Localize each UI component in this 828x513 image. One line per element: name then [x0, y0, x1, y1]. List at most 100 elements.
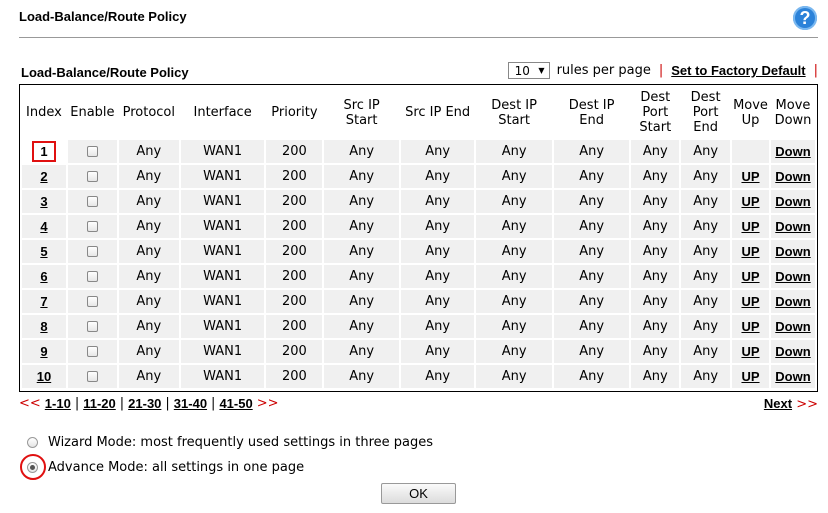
separator: |	[165, 396, 170, 411]
move-down-link[interactable]: Down	[770, 190, 815, 213]
index-link[interactable]: 9	[22, 340, 66, 363]
move-down-link[interactable]: Down	[770, 365, 815, 388]
prev-arrow[interactable]: <<	[19, 396, 41, 411]
enable-cell	[67, 140, 117, 163]
src-ip-end-cell: Any	[400, 265, 475, 288]
page-range-link[interactable]: 41-50	[219, 396, 252, 411]
src-ip-end-cell: Any	[400, 315, 475, 338]
table-row: 9 Any WAN1 200 Any Any Any Any Any Any U…	[22, 340, 815, 363]
interface-cell: WAN1	[180, 140, 265, 163]
dest-port-end-cell: Any	[681, 240, 731, 263]
table-header-bar: Load-Balance/Route Policy 10 ▼ rules per…	[19, 60, 818, 82]
dest-ip-end-cell: Any	[553, 190, 630, 213]
dest-ip-start-cell: Any	[476, 365, 552, 388]
move-up-link[interactable]: UP	[732, 290, 769, 313]
enable-checkbox[interactable]	[86, 146, 98, 157]
help-icon[interactable]: ?	[793, 6, 817, 30]
dest-ip-start-cell: Any	[476, 240, 552, 263]
move-down-link[interactable]: Down	[770, 290, 815, 313]
enable-checkbox[interactable]	[86, 321, 98, 332]
move-down-link[interactable]: Down	[770, 340, 815, 363]
col-src-ip-start: Src IP Start	[343, 97, 380, 128]
move-down-link[interactable]: Down	[770, 315, 815, 338]
enable-checkbox[interactable]	[86, 271, 98, 282]
src-ip-end-cell: Any	[400, 365, 475, 388]
set-factory-default-link[interactable]: Set to Factory Default	[671, 63, 805, 78]
table-row: 2 Any WAN1 200 Any Any Any Any Any Any U…	[22, 165, 815, 188]
dest-port-start-cell: Any	[631, 190, 680, 213]
src-ip-start-cell: Any	[324, 265, 399, 288]
table-header-row: Index Enable Protocol Interface Priority…	[22, 87, 815, 138]
move-down-link[interactable]: Down	[770, 240, 815, 263]
src-ip-end-cell: Any	[400, 340, 475, 363]
index-link[interactable]: 10	[22, 365, 66, 388]
dest-ip-start-cell: Any	[476, 265, 552, 288]
move-down-link[interactable]: Down	[770, 265, 815, 288]
ok-button[interactable]: OK	[381, 483, 456, 504]
index-link[interactable]: 4	[22, 215, 66, 238]
priority-cell: 200	[266, 340, 323, 363]
dest-port-start-cell: Any	[631, 265, 680, 288]
enable-checkbox[interactable]	[86, 296, 98, 307]
enable-checkbox[interactable]	[86, 221, 98, 232]
enable-checkbox[interactable]	[86, 371, 98, 382]
enable-cell	[67, 215, 117, 238]
enable-checkbox[interactable]	[86, 246, 98, 257]
enable-checkbox[interactable]	[86, 346, 98, 357]
index-link[interactable]: 5	[22, 240, 66, 263]
move-up-link[interactable]: UP	[732, 365, 769, 388]
dest-ip-end-cell: Any	[553, 165, 630, 188]
page-range-link[interactable]: 21-30	[128, 396, 161, 411]
dest-port-start-cell: Any	[631, 240, 680, 263]
next-link[interactable]: Next	[764, 396, 792, 411]
page-range-link[interactable]: 11-20	[83, 396, 116, 411]
page-range-link[interactable]: 1-10	[45, 396, 71, 411]
highlighted-index[interactable]: 1	[32, 141, 56, 162]
col-index: Index	[26, 105, 62, 120]
move-down-link[interactable]: Down	[770, 140, 815, 163]
index-link[interactable]: 1	[22, 140, 66, 163]
move-up-link[interactable]: UP	[732, 240, 769, 263]
separator: |	[658, 63, 664, 78]
src-ip-start-cell: Any	[324, 140, 399, 163]
table-row: 8 Any WAN1 200 Any Any Any Any Any Any U…	[22, 315, 815, 338]
dest-port-end-cell: Any	[681, 290, 731, 313]
advance-mode-option[interactable]: Advance Mode: all settings in one page	[27, 460, 304, 475]
col-src-ip-end: Src IP End	[405, 105, 471, 120]
dest-port-start-cell: Any	[631, 365, 680, 388]
page-range-link[interactable]: 31-40	[174, 396, 207, 411]
policy-table: Index Enable Protocol Interface Priority…	[19, 84, 818, 392]
dest-ip-end-cell: Any	[553, 315, 630, 338]
dest-ip-start-cell: Any	[476, 315, 552, 338]
table-row: 4 Any WAN1 200 Any Any Any Any Any Any U…	[22, 215, 815, 238]
move-down-link[interactable]: Down	[770, 165, 815, 188]
next-arrow[interactable]: >>	[796, 397, 818, 412]
move-up-link[interactable]: UP	[732, 165, 769, 188]
table-row: 10 Any WAN1 200 Any Any Any Any Any Any …	[22, 365, 815, 388]
wizard-mode-radio[interactable]	[27, 437, 38, 448]
enable-checkbox[interactable]	[86, 171, 98, 182]
move-up-link[interactable]: UP	[732, 315, 769, 338]
interface-cell: WAN1	[180, 340, 265, 363]
src-ip-end-cell: Any	[400, 215, 475, 238]
move-up-link[interactable]: UP	[732, 215, 769, 238]
move-up-link[interactable]: UP	[732, 265, 769, 288]
wizard-mode-label: Wizard Mode: most frequently used settin…	[48, 435, 434, 450]
index-link[interactable]: 7	[22, 290, 66, 313]
enable-checkbox[interactable]	[86, 196, 98, 207]
index-link[interactable]: 6	[22, 265, 66, 288]
move-down-link[interactable]: Down	[770, 215, 815, 238]
src-ip-end-cell: Any	[400, 240, 475, 263]
index-link[interactable]: 8	[22, 315, 66, 338]
forward-arrow[interactable]: >>	[257, 396, 279, 411]
wizard-mode-option[interactable]: Wizard Mode: most frequently used settin…	[27, 435, 433, 450]
dest-ip-end-cell: Any	[553, 140, 630, 163]
move-up-link[interactable]: UP	[732, 340, 769, 363]
protocol-cell: Any	[118, 290, 179, 313]
index-link[interactable]: 3	[22, 190, 66, 213]
src-ip-start-cell: Any	[324, 190, 399, 213]
rules-per-page-select[interactable]: 10 ▼	[507, 62, 550, 79]
dest-port-end-cell: Any	[681, 165, 731, 188]
index-link[interactable]: 2	[22, 165, 66, 188]
move-up-link[interactable]: UP	[732, 190, 769, 213]
